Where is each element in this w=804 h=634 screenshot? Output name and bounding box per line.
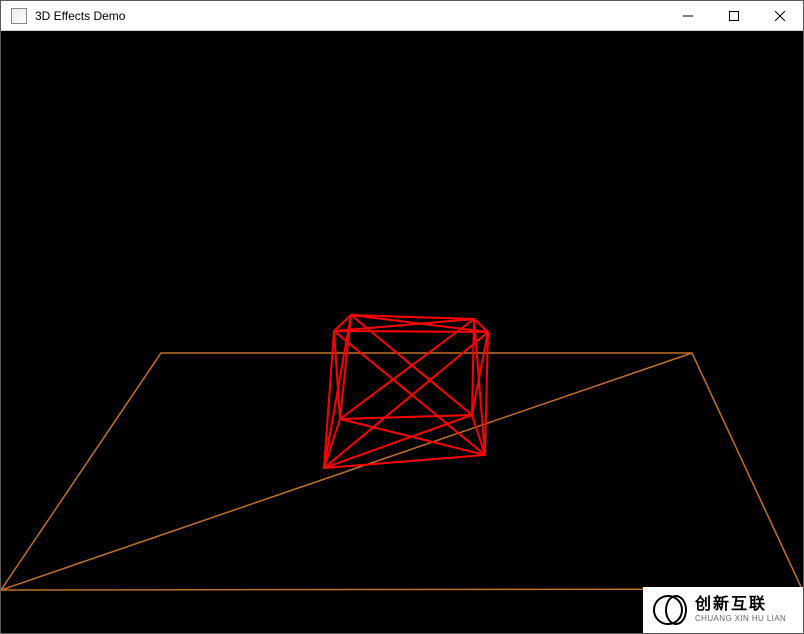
close-button[interactable] [757,1,803,31]
watermark-text: 创新互联 CHUANG XIN HU LIAN [695,597,786,623]
minimize-icon [683,11,693,21]
app-window: 3D Effects Demo 创新互联 CHUANG XIN HU LIAN [0,0,804,634]
watermark-logo-icon [653,593,687,627]
watermark-line1: 创新互联 [695,597,786,613]
close-icon [775,11,785,21]
scene-canvas [1,31,803,633]
watermark: 创新互联 CHUANG XIN HU LIAN [643,587,803,633]
minimize-button[interactable] [665,1,711,31]
window-title: 3D Effects Demo [35,9,125,23]
maximize-icon [729,11,739,21]
titlebar[interactable]: 3D Effects Demo [1,1,803,31]
app-icon [11,8,27,24]
render-viewport[interactable]: 创新互联 CHUANG XIN HU LIAN [1,31,803,633]
maximize-button[interactable] [711,1,757,31]
watermark-line2: CHUANG XIN HU LIAN [695,615,786,623]
